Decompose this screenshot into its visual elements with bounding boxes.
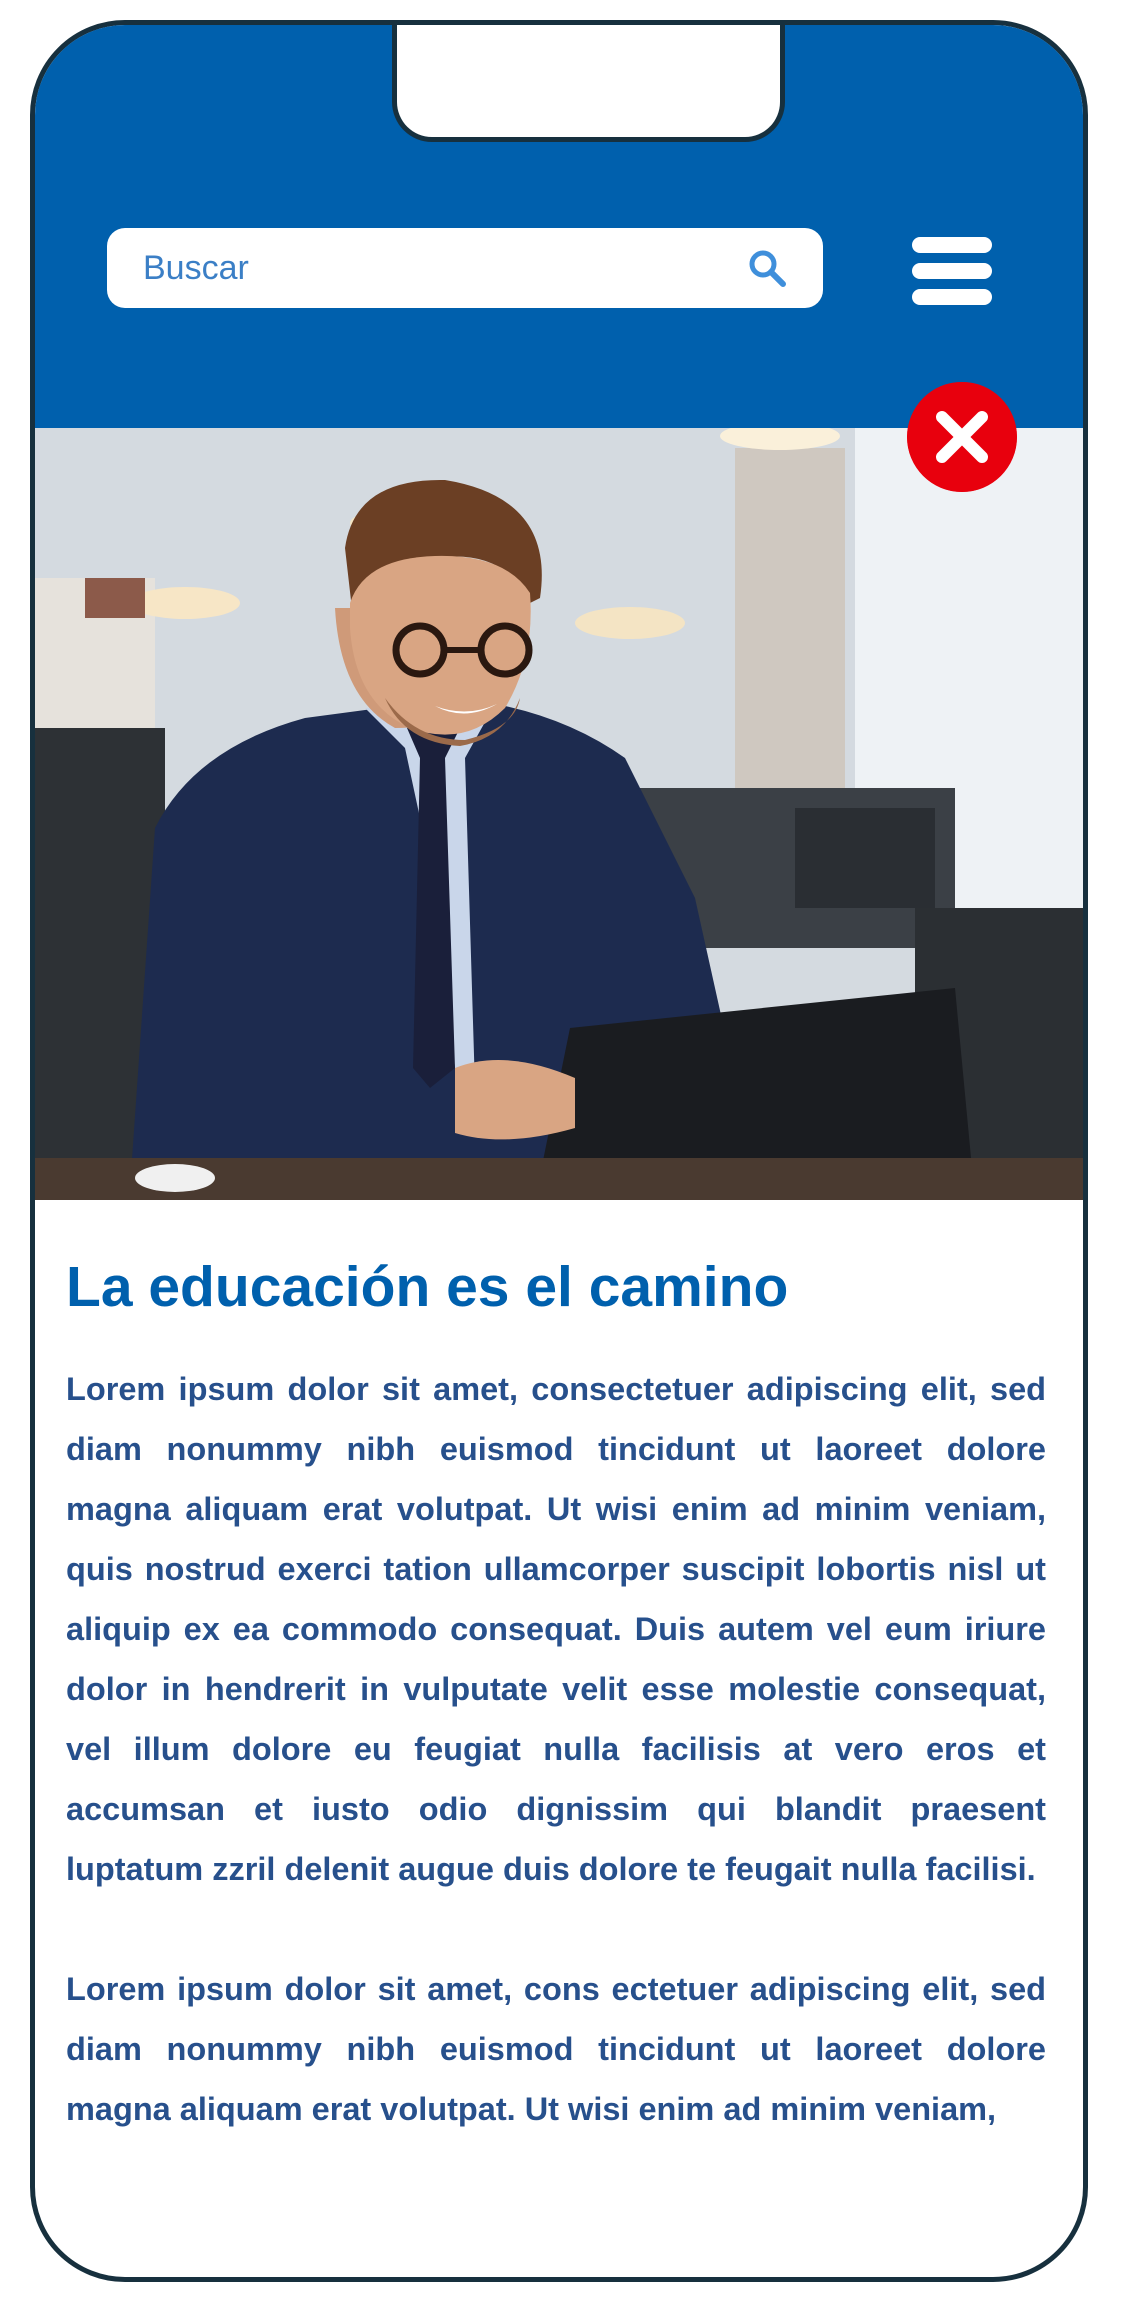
article-paragraph: Lorem ipsum dolor sit amet, cons ectetue… bbox=[66, 1971, 1046, 2128]
search-input[interactable]: Buscar bbox=[107, 228, 823, 308]
menu-bar bbox=[912, 289, 992, 305]
hero-illustration bbox=[35, 428, 1083, 1200]
menu-bar bbox=[912, 263, 992, 279]
article-paragraph: Lorem ipsum dolor sit amet, consectetuer… bbox=[66, 1371, 1046, 1888]
hero-image bbox=[35, 428, 1083, 1200]
phone-frame: Buscar La educación es el camino Lorem i… bbox=[30, 20, 1088, 2282]
search-placeholder: Buscar bbox=[143, 249, 249, 287]
article-title: La educación es el camino bbox=[66, 1255, 789, 1319]
close-icon[interactable] bbox=[907, 382, 1017, 492]
phone-notch bbox=[392, 25, 785, 142]
article: La educación es el camino Lorem ipsum do… bbox=[66, 1253, 1046, 2139]
menu-bar bbox=[912, 237, 992, 253]
menu-icon[interactable] bbox=[912, 237, 992, 305]
search-icon[interactable] bbox=[747, 248, 787, 288]
